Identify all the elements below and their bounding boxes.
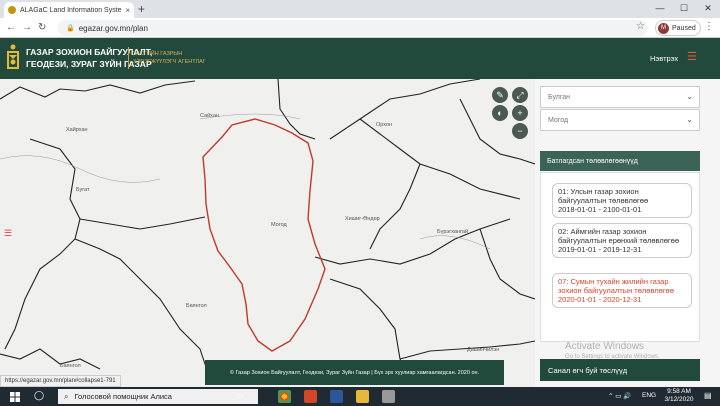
chevron-down-icon: ⌄ bbox=[686, 115, 693, 124]
map-label-mogod: Могод bbox=[271, 222, 287, 228]
map-label-orkhon: Орхон bbox=[376, 122, 393, 128]
plan-item-national[interactable]: 01: Улсын газар зохион байгуулалтын төлө… bbox=[552, 183, 692, 218]
pinned-app-icon[interactable] bbox=[382, 390, 395, 403]
windows-start-icon[interactable] bbox=[10, 392, 20, 402]
zoom-out-button[interactable]: − bbox=[512, 123, 528, 139]
clock[interactable]: 9:58 AM 3/12/2020 bbox=[662, 388, 696, 404]
profile-button[interactable]: M Paused bbox=[655, 20, 701, 36]
map-label-khairkhan: Хайрхан bbox=[66, 127, 88, 133]
reload-icon[interactable]: ↻ bbox=[38, 21, 46, 35]
bookmark-star-icon[interactable]: ☆ bbox=[636, 21, 645, 32]
lock-icon: 🔒 bbox=[66, 25, 75, 32]
task-view-button-icon[interactable]: ▭ bbox=[236, 391, 244, 400]
word-icon[interactable] bbox=[330, 390, 343, 403]
forward-arrow-icon[interactable]: → bbox=[22, 21, 32, 35]
close-window-button[interactable]: ✕ bbox=[696, 0, 720, 16]
search-icon: ⌕ bbox=[64, 391, 69, 401]
plan-panel: Булган ⌄ Могод ⌄ Батлагдсан төлөвлөгөөнү… bbox=[535, 79, 720, 387]
browser-tab[interactable]: ALAGaC Land Information Syste × bbox=[4, 2, 134, 18]
map-copyright: © Газар Зохион Байгуулалт, Геодези, Зура… bbox=[205, 360, 504, 385]
rivers bbox=[0, 113, 491, 250]
maximize-button[interactable]: ☐ bbox=[672, 0, 696, 16]
header-divider bbox=[128, 47, 129, 69]
profile-status: Paused bbox=[672, 24, 696, 32]
chrome-icon[interactable] bbox=[278, 390, 291, 403]
tab-title: ALAGaC Land Information Syste bbox=[20, 6, 122, 14]
approved-plans-list: 01: Улсын газар зохион байгуулалтын төлө… bbox=[540, 172, 700, 342]
plan-item-aimag[interactable]: 02: Аймгийн газар зохион байгуулалтын ер… bbox=[552, 223, 692, 258]
chevron-down-icon: ⌄ bbox=[686, 92, 693, 101]
map-canvas[interactable]: Сайхан Хайрхан Орхон Могод Хишиг-Өндөр Б… bbox=[0, 79, 535, 387]
soum-select[interactable]: Могод ⌄ bbox=[540, 109, 700, 131]
approved-plans-header[interactable]: Батлагдсан төлөвлөгөөнүүд bbox=[540, 151, 700, 171]
map-label-bayangol-2: Баянгол bbox=[60, 363, 81, 369]
map-label-dashinchilen: Дашинчилэн bbox=[467, 347, 500, 353]
expand-icon[interactable]: ⤢ bbox=[512, 87, 528, 103]
map-label-buregkhangai: Бүрэгхангай bbox=[437, 229, 469, 235]
tab-close-icon[interactable]: × bbox=[125, 6, 130, 15]
browser-tab-strip: ALAGaC Land Information Syste × + — ☐ ✕ bbox=[0, 0, 720, 18]
login-link[interactable]: Нэвтрэх bbox=[650, 54, 678, 63]
favicon-icon bbox=[8, 6, 16, 14]
plan-item-soum-annual[interactable]: 07: Сумын тухайн жилийн газар зохион бай… bbox=[552, 273, 692, 308]
map-label-khishig-undur: Хишиг-Өндөр bbox=[345, 216, 380, 222]
map-label-saikhan: Сайхан bbox=[200, 113, 219, 119]
zoom-in-button[interactable]: + bbox=[512, 105, 528, 121]
browser-menu-icon[interactable]: ⋮ bbox=[704, 21, 714, 32]
suggested-projects-header[interactable]: Санал өгч буй төслүүд bbox=[540, 359, 700, 381]
new-tab-button[interactable]: + bbox=[138, 2, 145, 16]
language-indicator[interactable]: ENG bbox=[642, 392, 656, 399]
back-arrow-icon[interactable]: ← bbox=[6, 21, 16, 35]
url-text: egazar.gov.mn/plan bbox=[78, 23, 148, 33]
hamburger-menu-icon[interactable]: ☰ bbox=[687, 50, 697, 63]
map-label-bayangol: Баянгол bbox=[186, 303, 207, 309]
province-select[interactable]: Булган ⌄ bbox=[540, 86, 700, 108]
task-view-icon[interactable]: ◯ bbox=[34, 390, 44, 401]
address-bar[interactable]: 🔒 egazar.gov.mn/plan bbox=[58, 20, 648, 36]
pencil-icon[interactable]: ✎ bbox=[492, 87, 508, 103]
mogod-highlight-boundary bbox=[202, 118, 326, 352]
taskbar-search-input[interactable]: ⌕ Голосовой помощник Алиса bbox=[58, 389, 258, 404]
soyombo-logo-icon[interactable] bbox=[6, 43, 20, 71]
map-label-bugat: Бугат bbox=[76, 187, 90, 193]
windows-taskbar: ◯ ⌕ Голосовой помощник Алиса ▭ ⌃ ▭ 🔊 ENG… bbox=[0, 387, 720, 406]
sub-agency-name: ЗАСГИЙН ГАЗРЫН ХЭРЭГЖҮҮЛЭГЧ АГЕНТЛАГ bbox=[133, 51, 206, 65]
notification-icon[interactable]: ▤ bbox=[704, 391, 712, 400]
browser-toolbar: ← → ↻ 🔒 egazar.gov.mn/plan ☆ M Paused ⋮ bbox=[0, 18, 720, 38]
status-url-tooltip: https://egazar.gov.mn/plan#collapse1-791 bbox=[0, 375, 121, 387]
system-tray-icons[interactable]: ⌃ ▭ 🔊 bbox=[608, 392, 631, 400]
file-explorer-icon[interactable] bbox=[356, 390, 369, 403]
minimize-button[interactable]: — bbox=[648, 0, 672, 16]
avatar: M bbox=[658, 22, 669, 34]
powerpoint-icon[interactable] bbox=[304, 390, 317, 403]
app-header: ГАЗАР ЗОХИОН БАЙГУУЛАЛТ, ГЕОДЕЗИ, ЗУРАГ … bbox=[0, 38, 720, 79]
window-controls: — ☐ ✕ bbox=[648, 0, 720, 16]
layers-icon[interactable]: ◐ bbox=[492, 105, 508, 121]
layer-panel-toggle-icon[interactable]: ☰ bbox=[4, 228, 12, 239]
